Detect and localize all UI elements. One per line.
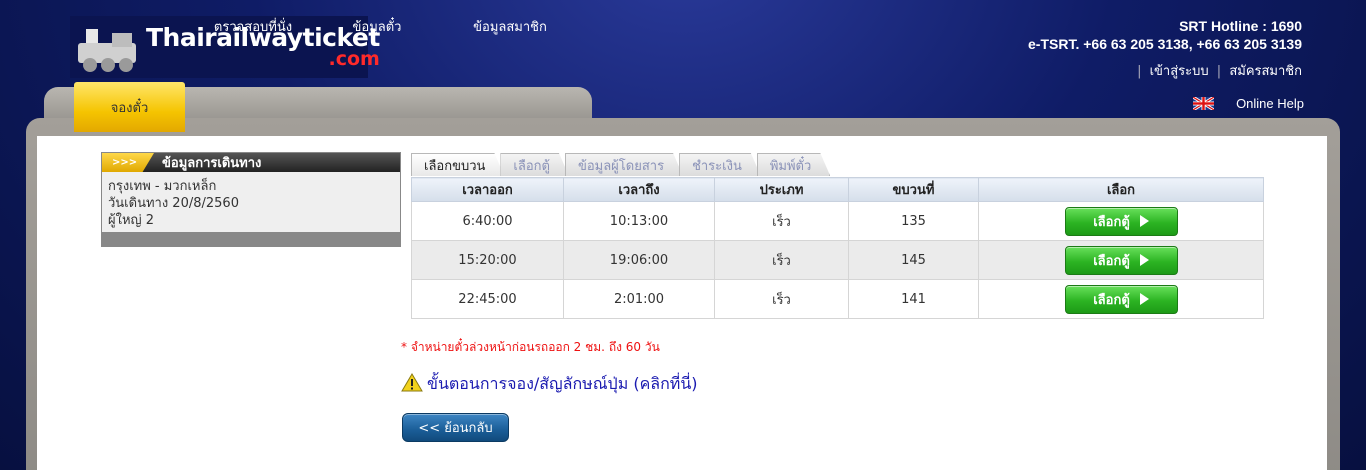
trip-info-box: >>> ข้อมูลการเดินทาง กรุงเทพ - มวกเหล็ก … — [101, 152, 401, 247]
auth-links: | เข้าสู่ระบบ | สมัครสมาชิก — [1133, 60, 1302, 81]
col-header-train: ขบวนที่ — [848, 177, 979, 202]
train-number: 135 — [848, 201, 979, 241]
train-type: เร็ว — [714, 240, 849, 280]
play-arrow-icon — [1139, 254, 1149, 266]
divider: | — [1216, 64, 1222, 79]
login-link[interactable]: เข้าสู่ระบบ — [1150, 64, 1209, 79]
depart-time: 6:40:00 — [411, 201, 564, 241]
nav-tab-booking[interactable]: จองตั๋ว — [74, 82, 185, 132]
select-car-button[interactable]: เลือกตู้ — [1064, 284, 1178, 314]
step-select-train[interactable]: เลือกขบวน — [411, 153, 504, 176]
col-header-arrive: เวลาถึง — [563, 177, 715, 202]
trip-passengers: ผู้ใหญ่ 2 — [108, 213, 155, 228]
srt-hotline: SRT Hotline : 1690 — [1179, 18, 1302, 34]
train-type: เร็ว — [714, 279, 849, 319]
nav-tab-member-info[interactable]: ข้อมูลสมาชิก — [450, 8, 570, 44]
trip-info-footer — [102, 232, 400, 246]
select-car-button[interactable]: เลือกตู้ — [1064, 206, 1178, 236]
trip-info-title: ข้อมูลการเดินทาง — [162, 156, 262, 171]
depart-time: 15:20:00 — [411, 240, 564, 280]
arrive-time: 10:13:00 — [563, 201, 715, 241]
train-type: เร็ว — [714, 201, 849, 241]
arrive-time: 2:01:00 — [563, 279, 715, 319]
advance-sale-note: * จำหน่ายตั๋วล่วงหน้าก่อนรถออก 2 ชม. ถึง… — [401, 340, 660, 354]
help-area: Online Help — [1192, 95, 1304, 112]
register-link[interactable]: สมัครสมาชิก — [1229, 64, 1302, 79]
train-table: เวลาออก เวลาถึง ประเภท ขบวนที่ เลือก 6:4… — [411, 177, 1264, 319]
select-car-label: เลือกตู้ — [1093, 253, 1130, 269]
step-print-ticket[interactable]: พิมพ์ตั๋ว — [757, 153, 830, 176]
hotline-info: SRT Hotline : 1690 e-TSRT. +66 63 205 31… — [1028, 17, 1302, 53]
booking-steps: เลือกขบวน เลือกตู้ ข้อมูลผู้โดยสาร ชำระเ… — [411, 153, 826, 177]
play-arrow-icon — [1139, 293, 1149, 305]
train-number: 141 — [848, 279, 979, 319]
col-header-type: ประเภท — [714, 177, 849, 202]
arrive-time: 19:06:00 — [563, 240, 715, 280]
online-help-link[interactable]: Online Help — [1236, 96, 1304, 111]
step-payment[interactable]: ชำระเงิน — [679, 153, 761, 176]
step-passenger-info[interactable]: ข้อมูลผู้โดยสาร — [565, 153, 683, 176]
etsrt-phone: e-TSRT. +66 63 205 3138, +66 63 205 3139 — [1028, 36, 1302, 52]
col-header-select: เลือก — [978, 177, 1264, 202]
table-row: 22:45:00 2:01:00 เร็ว 141 เลือกตู้ — [411, 279, 1264, 319]
depart-time: 22:45:00 — [411, 279, 564, 319]
step-select-car[interactable]: เลือกตู้ — [500, 153, 569, 176]
select-car-button[interactable]: เลือกตู้ — [1064, 245, 1178, 275]
booking-help-link[interactable]: ขั้นตอนการจอง/สัญลักษณ์ปุ่ม (คลิกที่นี่) — [401, 372, 698, 397]
divider: | — [1137, 64, 1142, 79]
nav-tab-check-seats[interactable]: ตรวจสอบที่นั่ง — [200, 8, 306, 44]
col-header-depart: เวลาออก — [411, 177, 564, 202]
trip-info-header: >>> ข้อมูลการเดินทาง — [102, 153, 400, 172]
train-logo-icon — [72, 19, 142, 75]
play-arrow-icon — [1139, 215, 1149, 227]
booking-help-label: ขั้นตอนการจอง/สัญลักษณ์ปุ่ม (คลิกที่นี่) — [427, 374, 698, 393]
train-number: 145 — [848, 240, 979, 280]
trip-route: กรุงเทพ - มวกเหล็ก — [108, 179, 217, 194]
select-car-label: เลือกตู้ — [1093, 214, 1130, 230]
back-button[interactable]: << ย้อนกลับ — [402, 413, 509, 442]
trip-date: วันเดินทาง 20/8/2560 — [108, 196, 239, 211]
uk-flag-icon[interactable] — [1192, 95, 1215, 112]
warning-icon — [401, 373, 423, 396]
logo-domain: .com — [328, 47, 380, 70]
arrow-icon: >>> — [102, 153, 154, 172]
table-row: 6:40:00 10:13:00 เร็ว 135 เลือกตู้ — [411, 201, 1264, 241]
nav-tab-ticket-info[interactable]: ข้อมูลตั๋ว — [330, 8, 424, 44]
select-car-label: เลือกตู้ — [1093, 292, 1130, 308]
table-row: 15:20:00 19:06:00 เร็ว 145 เลือกตู้ — [411, 240, 1264, 280]
